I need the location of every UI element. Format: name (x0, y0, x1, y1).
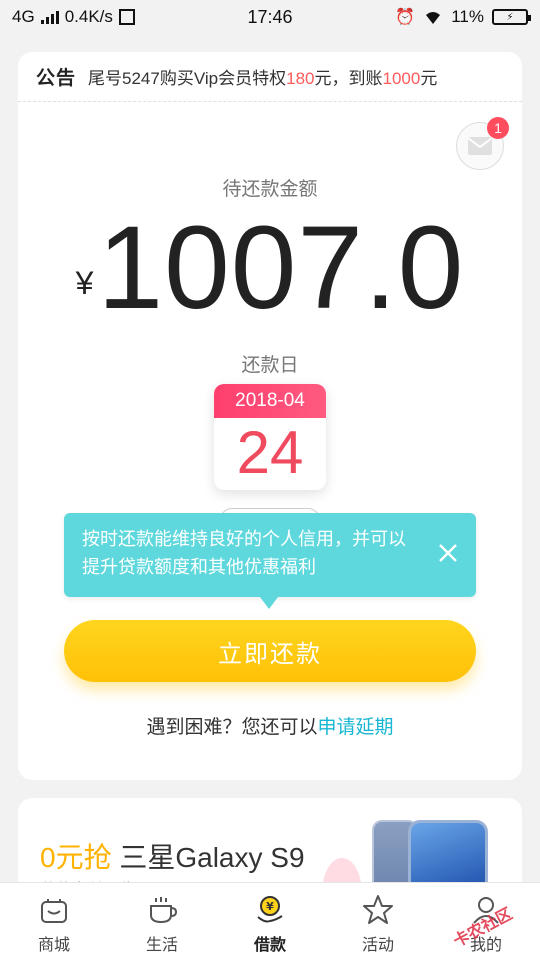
extension-help: 遇到困难？您还可以申请延期 (18, 712, 522, 739)
battery-icon: ⚡ (492, 9, 531, 25)
shop-icon (41, 899, 67, 923)
status-bar: 4G 0.4K/s 17:46 ⏰ 11% ⚡ (0, 0, 540, 34)
currency-symbol: ¥ (75, 265, 94, 301)
promo-price: 0元抢 (40, 842, 112, 873)
credit-tip: 按时还款能维持良好的个人信用，并可以提升贷款额度和其他优惠福利 (64, 513, 476, 609)
promo-title: 0元抢 三星Galaxy S9 (40, 836, 305, 876)
amount-display: ¥1007.0 (18, 200, 522, 336)
network-speed: 0.4K/s (64, 7, 113, 26)
tab-life[interactable]: 生活 (108, 883, 216, 960)
tab-activity[interactable]: 活动 (324, 883, 432, 960)
mail-icon (467, 137, 493, 155)
credit-tip-text: 按时还款能维持良好的个人信用，并可以提升贷款额度和其他优惠福利 (82, 529, 406, 577)
network-type: 4G (12, 7, 35, 26)
message-button[interactable]: 1 (456, 117, 509, 170)
due-date-calendar: 2018-04 24 (214, 384, 326, 490)
message-badge: 1 (487, 117, 509, 139)
tab-label: 商城 (37, 937, 70, 954)
notice-prefix: 尾号5247购买Vip会员特权 (88, 69, 287, 88)
tab-label: 活动 (361, 937, 394, 954)
signal-icon (40, 10, 59, 24)
notice-amount-received: 1000 (382, 69, 421, 88)
cup-icon (150, 897, 178, 924)
apply-extension-link[interactable]: 申请延期 (318, 717, 394, 738)
tab-label: 借款 (253, 937, 286, 954)
loan-icon: ¥ (257, 896, 283, 923)
star-icon (363, 895, 393, 924)
tab-label: 生活 (145, 937, 178, 954)
amount-value: 1007.0 (97, 202, 465, 334)
tab-loan[interactable]: ¥ 借款 (216, 883, 324, 960)
help-text: 遇到困难？您还可以 (146, 717, 318, 738)
screenshot-icon (118, 9, 135, 25)
close-icon[interactable] (436, 541, 460, 565)
due-month: 2018-04 (214, 384, 326, 418)
notice-text: 尾号5247购买Vip会员特权180元，到账1000元 (88, 64, 437, 89)
notice-suffix: 元 (420, 69, 438, 88)
repay-now-button[interactable]: 立即还款 (64, 620, 476, 682)
due-day: 24 (236, 419, 304, 486)
alarm-icon: ⏰ (395, 9, 416, 26)
promo-product: 三星Galaxy S9 (119, 842, 305, 873)
tab-shop[interactable]: 商城 (0, 883, 108, 960)
repayment-card: 公告 尾号5247购买Vip会员特权180元，到账1000元 1 待还款金额 ¥… (18, 52, 522, 780)
notice-tag: 公告 (36, 68, 77, 89)
notice-mid: 元，到账 (314, 69, 383, 88)
notice-amount-paid: 180 (286, 69, 315, 88)
notice-bar[interactable]: 公告 尾号5247购买Vip会员特权180元，到账1000元 (18, 52, 522, 102)
svg-text:¥: ¥ (266, 900, 274, 913)
due-date-label: 还款日 (241, 355, 299, 376)
battery-percent: 11% (451, 7, 484, 26)
wifi-icon (426, 12, 441, 24)
amount-label: 待还款金额 (222, 179, 318, 200)
